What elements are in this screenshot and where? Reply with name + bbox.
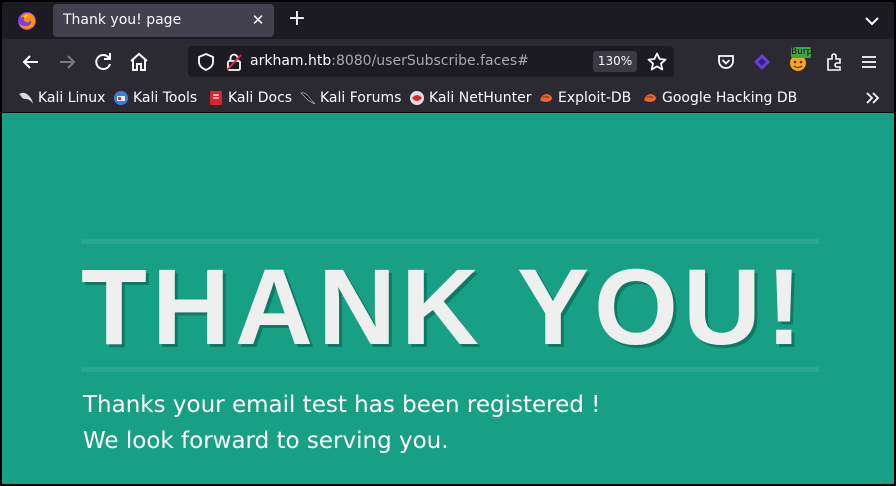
tab-title: Thank you! page: [63, 12, 182, 28]
star-icon[interactable]: [646, 51, 668, 73]
exploit-db-icon: [540, 94, 552, 102]
pocket-icon[interactable]: [715, 51, 737, 73]
url-text[interactable]: arkham.htb:8080/userSubscribe.faces#: [250, 53, 529, 69]
close-icon[interactable]: ✕: [248, 10, 268, 30]
bookmark-label: Exploit-DB: [558, 90, 632, 106]
home-icon[interactable]: [127, 50, 151, 74]
zoom-level-button[interactable]: 130%: [593, 51, 637, 72]
url-bar[interactable]: arkham.htb:8080/userSubscribe.faces# 130…: [188, 46, 674, 77]
menu-icon[interactable]: [858, 51, 880, 73]
bookmarks-toolbar: Kali Linux Kali Tools Kali Docs Kali For…: [2, 84, 894, 113]
firefox-icon[interactable]: [16, 10, 38, 32]
bookmark-label: Google Hacking DB: [662, 90, 798, 106]
bookmark-label: Kali Forums: [320, 90, 402, 106]
kali-nethunter-icon: [410, 91, 424, 105]
registration-message: Thanks your email test has been register…: [83, 392, 601, 418]
chevron-down-icon[interactable]: [860, 9, 884, 33]
kali-dragon-icon: [19, 92, 33, 104]
bottom-divider: [81, 367, 819, 372]
closing-message: We look forward to serving you.: [83, 428, 449, 454]
shield-icon[interactable]: [196, 52, 216, 72]
browser-window: Thank you! page ✕ + arkham.htb:8080/user…: [0, 0, 896, 486]
forward-icon[interactable]: [55, 50, 79, 74]
bookmark-label: Kali Tools: [133, 90, 198, 106]
chevron-double-right-icon[interactable]: [864, 89, 882, 107]
kali-docs-icon: [210, 91, 222, 105]
kali-forums-icon: [300, 92, 316, 105]
top-divider: [81, 239, 819, 244]
back-icon[interactable]: [19, 50, 43, 74]
navigation-toolbar: arkham.htb:8080/userSubscribe.faces# 130…: [2, 39, 894, 84]
page-heading: THANK YOU!: [81, 246, 808, 367]
tab-active[interactable]: Thank you! page ✕: [53, 4, 274, 37]
bookmark-label: Kali Docs: [228, 90, 293, 106]
burp-label: Burp: [791, 47, 813, 58]
bookmark-label: Kali NetHunter: [429, 90, 532, 106]
bookmark-label: Kali Linux: [38, 90, 106, 106]
url-host: arkham.htb: [250, 53, 332, 69]
lock-icon[interactable]: [224, 52, 244, 72]
url-path: :8080/userSubscribe.faces#: [331, 53, 529, 69]
new-tab-button[interactable]: +: [285, 8, 309, 32]
page-content: THANK YOU! Thanks your email test has be…: [2, 113, 894, 484]
extensions-icon[interactable]: [823, 51, 845, 73]
extension-purple-icon[interactable]: [751, 51, 773, 73]
tab-strip: Thank you! page ✕ +: [2, 2, 894, 39]
ghdb-icon: [644, 94, 656, 102]
reload-icon[interactable]: [91, 50, 115, 74]
kali-tools-icon: [114, 91, 128, 105]
